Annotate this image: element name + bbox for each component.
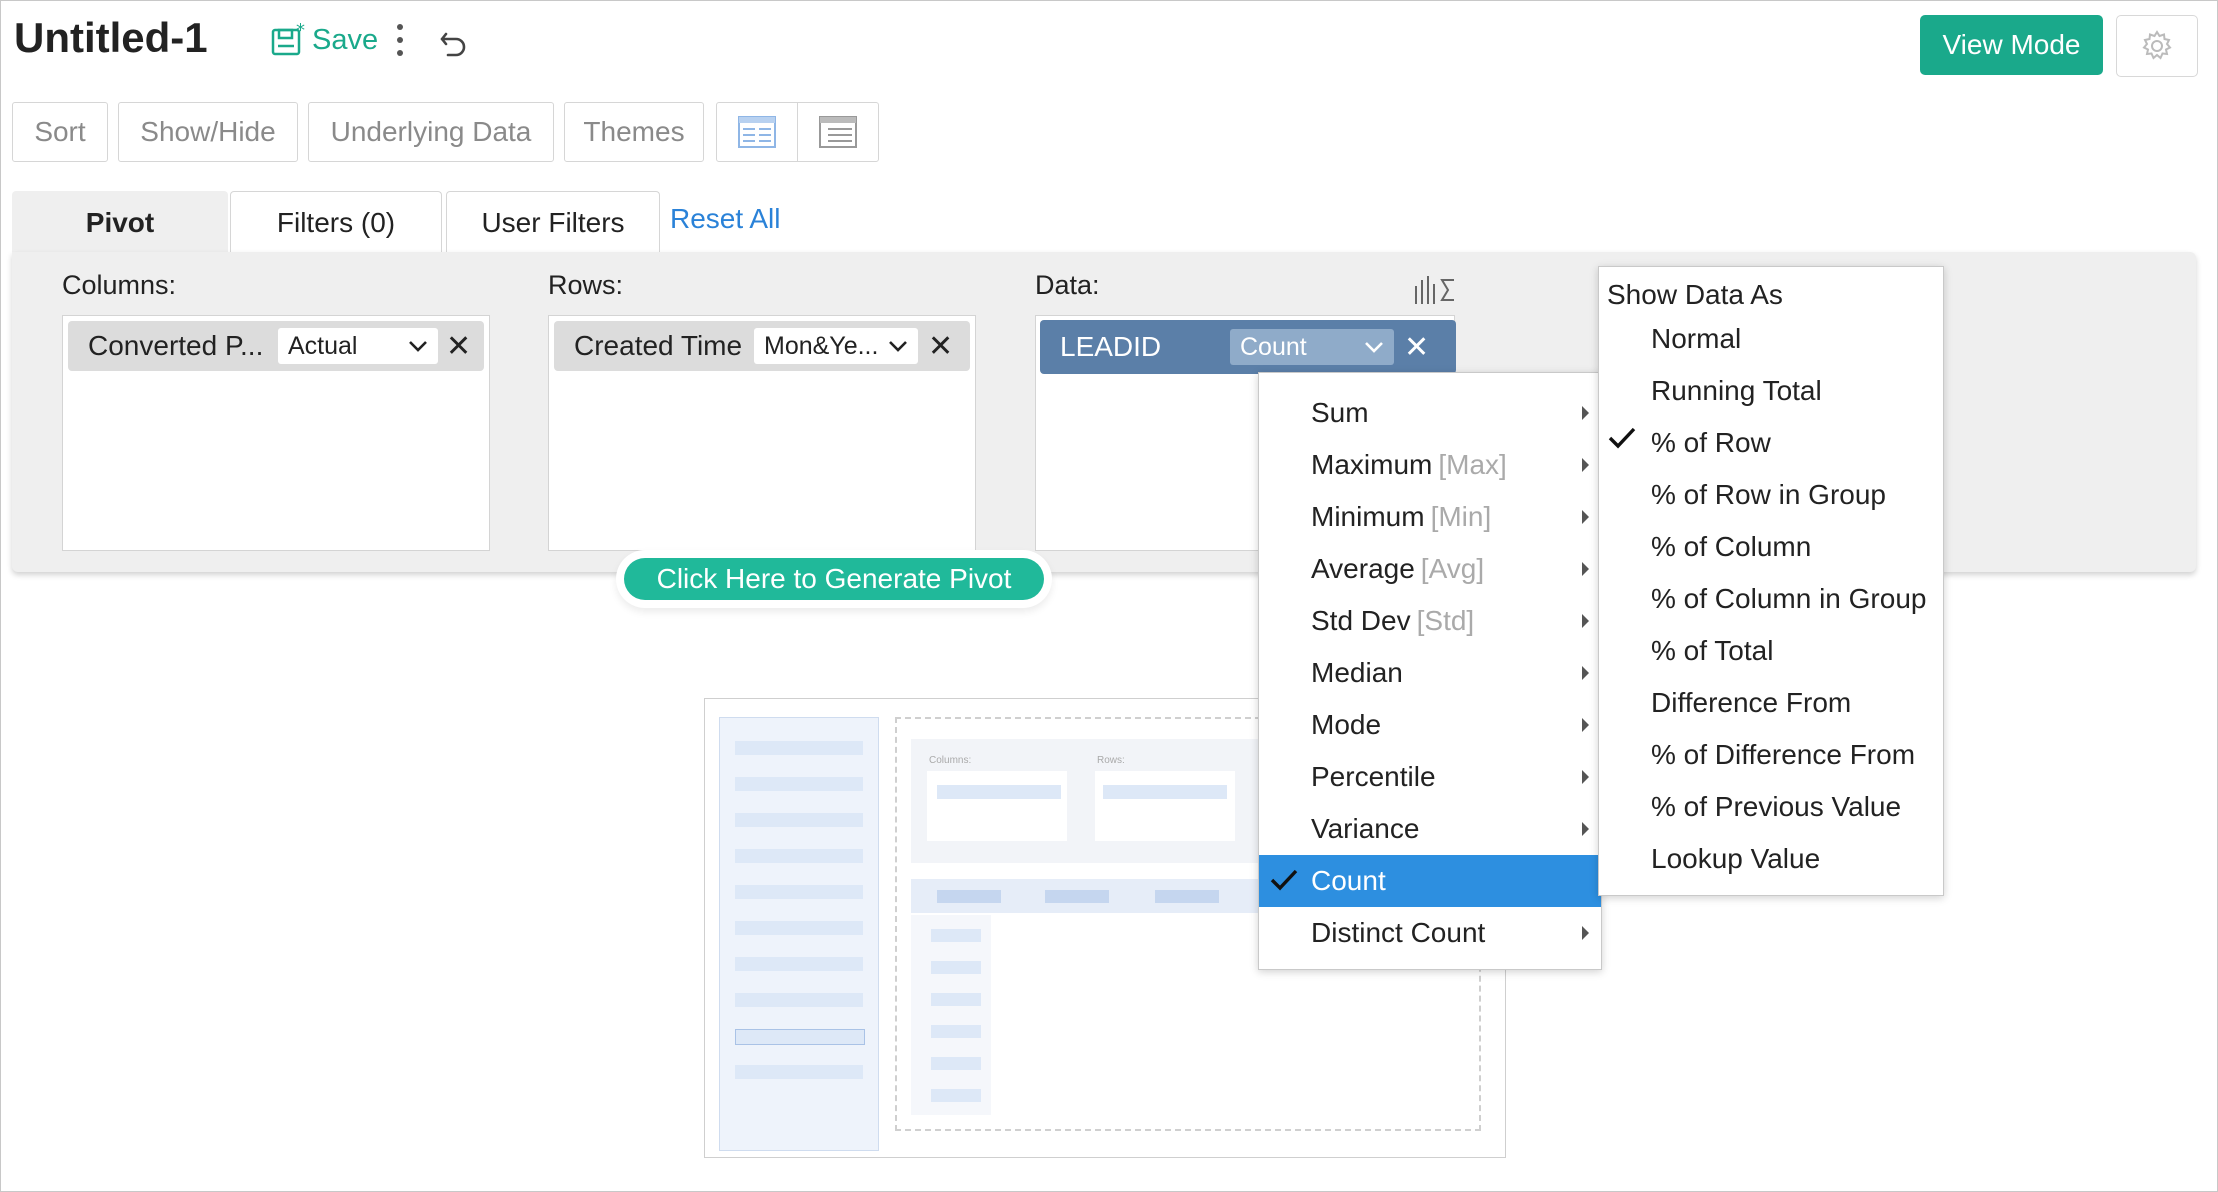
chevron-down-icon <box>889 341 907 352</box>
data-label: Data: <box>1035 270 1100 300</box>
settings-button[interactable] <box>2116 15 2198 77</box>
menu-item-average[interactable]: Average [Avg] <box>1259 543 1601 595</box>
data-aggregate-select[interactable]: Count <box>1230 329 1394 365</box>
submenu-arrow-icon <box>1582 510 1589 524</box>
rows-field-chip[interactable]: Created Time Mon&Ye... ✕ <box>554 321 970 371</box>
undo-icon[interactable] <box>434 22 474 62</box>
show-data-as-heading: Show Data As <box>1607 279 1783 310</box>
menu-item-label: Minimum <box>1311 501 1425 532</box>
menu-item-label: Mode <box>1311 709 1382 740</box>
submenu-arrow-icon <box>1582 666 1589 680</box>
columns-field-name: Converted P... <box>88 330 264 361</box>
show-as-percent-of-column[interactable]: % of Column <box>1651 531 1811 563</box>
underlying-data-button[interactable]: Underlying Data <box>308 102 554 162</box>
tab-pivot[interactable]: Pivot <box>12 191 228 253</box>
menu-item-percentile[interactable]: Percentile <box>1259 751 1601 803</box>
submenu-arrow-icon <box>1582 562 1589 576</box>
show-as-percent-of-column-in-group[interactable]: % of Column in Group <box>1651 583 1926 615</box>
illustration-rows-label: Rows: <box>1097 755 1125 766</box>
menu-item-label: Percentile <box>1311 761 1436 792</box>
show-as-percent-of-total[interactable]: % of Total <box>1651 635 1773 667</box>
reset-all-link[interactable]: Reset All <box>670 203 781 235</box>
view-mode-button[interactable]: View Mode <box>1920 15 2103 75</box>
menu-item-label: Average <box>1311 553 1415 584</box>
show-as-normal[interactable]: Normal <box>1651 323 1741 355</box>
illustration-columns-label: Columns: <box>929 755 972 766</box>
save-icon: * <box>271 22 305 56</box>
gear-icon <box>2142 30 2172 60</box>
submenu-arrow-icon <box>1582 458 1589 472</box>
menu-item-label: Variance <box>1311 813 1420 844</box>
rows-field-option-select[interactable]: Mon&Ye... <box>754 328 918 364</box>
show-hide-button[interactable]: Show/Hide <box>118 102 298 162</box>
menu-item-median[interactable]: Median <box>1259 647 1601 699</box>
menu-item-maximum[interactable]: Maximum [Max] <box>1259 439 1601 491</box>
checkmark-icon <box>1270 869 1298 891</box>
data-settings-icon[interactable] <box>1412 272 1458 313</box>
show-as-difference-from[interactable]: Difference From <box>1651 687 1851 719</box>
chevron-down-icon <box>409 341 427 352</box>
submenu-arrow-icon <box>1582 770 1589 784</box>
submenu-arrow-icon <box>1582 822 1589 836</box>
menu-item-hint: [Max] <box>1438 449 1507 480</box>
table-layout-icon <box>738 116 776 148</box>
svg-text:*: * <box>296 22 305 41</box>
show-as-running-total[interactable]: Running Total <box>1651 375 1822 407</box>
rows-field-name: Created Time <box>574 330 743 361</box>
menu-item-count[interactable]: Count <box>1259 855 1601 907</box>
save-button[interactable]: * Save <box>270 18 378 62</box>
show-as-percent-of-previous-value[interactable]: % of Previous Value <box>1651 791 1901 823</box>
sort-button[interactable]: Sort <box>12 102 108 162</box>
grid-layout-icon <box>819 116 857 148</box>
remove-data-icon[interactable]: ✕ <box>1404 330 1429 365</box>
compact-view-button[interactable] <box>797 102 879 162</box>
menu-item-mode[interactable]: Mode <box>1259 699 1601 751</box>
columns-field-option: Actual <box>288 331 358 360</box>
chevron-down-icon <box>1365 342 1383 353</box>
show-as-percent-of-row[interactable]: % of Row <box>1651 427 1771 459</box>
submenu-arrow-icon <box>1582 406 1589 420</box>
menu-item-variance[interactable]: Variance <box>1259 803 1601 855</box>
menu-item-minimum[interactable]: Minimum [Min] <box>1259 491 1601 543</box>
menu-item-sum[interactable]: Sum <box>1259 387 1601 439</box>
themes-button[interactable]: Themes <box>564 102 704 162</box>
menu-item-label: Maximum <box>1311 449 1433 480</box>
tab-filters[interactable]: Filters (0) <box>230 191 442 253</box>
generate-pivot-button[interactable]: Click Here to Generate Pivot <box>624 558 1044 600</box>
menu-item-hint: [Std] <box>1416 605 1475 636</box>
menu-item-std-dev[interactable]: Std Dev [Std] <box>1259 595 1601 647</box>
tab-user-filters[interactable]: User Filters <box>446 191 660 253</box>
data-field-name: LEADID <box>1060 331 1162 362</box>
data-aggregate-option: Count <box>1240 332 1307 361</box>
submenu-arrow-icon <box>1582 718 1589 732</box>
columns-label: Columns: <box>62 270 177 300</box>
show-data-as-menu: Show Data As Normal Running Total % of R… <box>1598 266 1944 896</box>
report-title[interactable]: Untitled-1 <box>14 14 208 62</box>
menu-item-hint: [Min] <box>1430 501 1492 532</box>
menu-item-label: Sum <box>1311 397 1369 428</box>
show-as-lookup-value[interactable]: Lookup Value <box>1651 843 1820 875</box>
menu-item-label: Distinct Count <box>1311 917 1486 948</box>
menu-item-label: Median <box>1311 657 1403 688</box>
columns-field-chip[interactable]: Converted P... Actual ✕ <box>68 321 484 371</box>
more-options-icon[interactable] <box>394 24 406 60</box>
show-as-percent-of-difference-from[interactable]: % of Difference From <box>1651 739 1915 771</box>
rows-field-option: Mon&Ye... <box>764 331 879 360</box>
menu-item-hint: [Avg] <box>1420 553 1485 584</box>
show-as-percent-of-row-in-group[interactable]: % of Row in Group <box>1651 479 1886 511</box>
columns-field-option-select[interactable]: Actual <box>278 328 438 364</box>
menu-item-distinct-count[interactable]: Distinct Count <box>1259 907 1601 959</box>
menu-item-label: Count <box>1311 865 1386 896</box>
checkmark-icon <box>1608 427 1636 449</box>
submenu-arrow-icon <box>1582 614 1589 628</box>
remove-row-icon[interactable]: ✕ <box>928 329 953 364</box>
submenu-arrow-icon <box>1582 926 1589 940</box>
remove-column-icon[interactable]: ✕ <box>446 329 471 364</box>
menu-item-label: Std Dev <box>1311 605 1411 636</box>
aggregate-function-menu: Sum Maximum [Max] Minimum [Min] Average … <box>1258 372 1602 970</box>
save-label: Save <box>312 23 379 56</box>
tabular-view-button[interactable] <box>716 102 798 162</box>
rows-label: Rows: <box>548 270 624 300</box>
data-field-chip[interactable]: LEADID Count ✕ <box>1040 320 1456 374</box>
